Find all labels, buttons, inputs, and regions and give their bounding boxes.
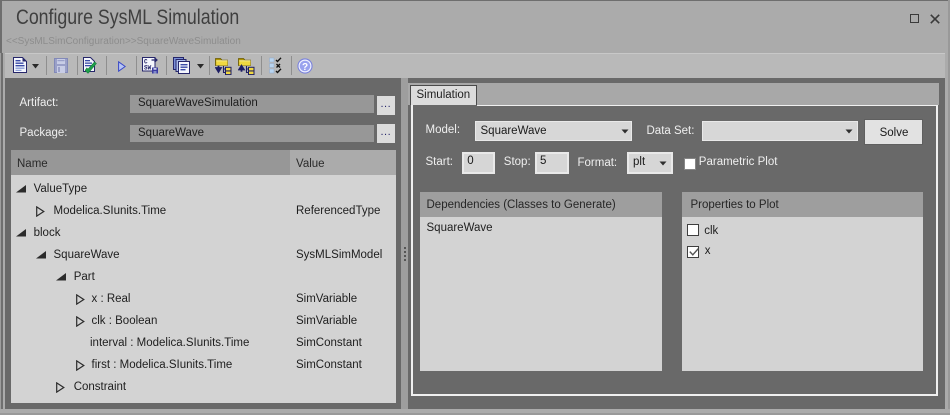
svg-text:?: ?	[302, 62, 308, 73]
svg-text:SW: SW	[144, 65, 152, 72]
